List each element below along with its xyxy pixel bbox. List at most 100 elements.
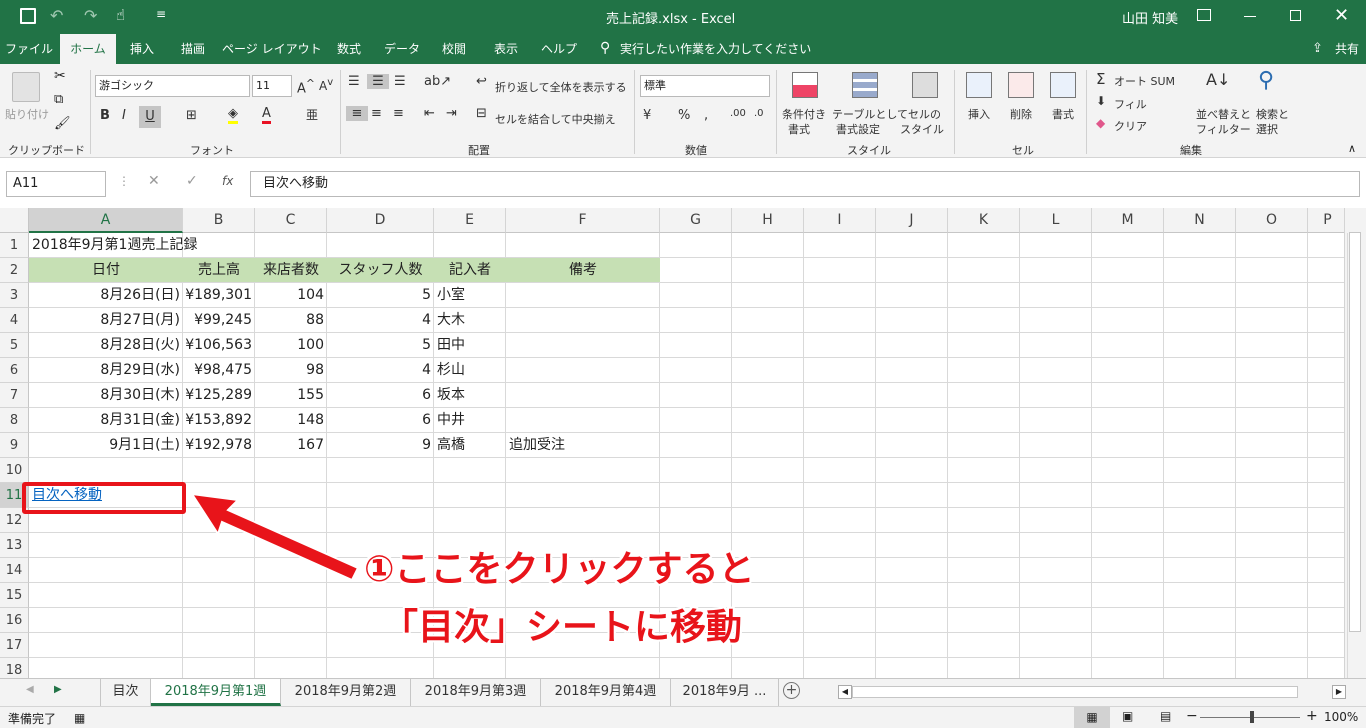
data-cell-r3-c2[interactable]: ¥189,301 [183,283,255,308]
row-header-6[interactable]: 6 [0,358,29,383]
data-cell-r9-c4[interactable]: 9 [327,433,434,458]
data-cell-r4-c1[interactable]: 8月27日(月) [29,308,183,333]
cell-styles-icon[interactable] [912,72,938,98]
row-header-15[interactable]: 15 [0,583,29,608]
sheet-tab-week1[interactable]: 2018年9月第1週 [151,679,281,706]
header-cell-6[interactable]: 備考 [506,258,660,283]
row-header-16[interactable]: 16 [0,608,29,633]
column-header-l[interactable]: L [1020,208,1092,233]
header-cell-3[interactable]: 来店者数 [255,258,327,283]
decrease-decimal-icon[interactable]: .0 [754,108,764,119]
column-header-m[interactable]: M [1092,208,1164,233]
data-cell-r3-c5[interactable]: 小室 [434,283,506,308]
minimize-icon[interactable] [1244,16,1256,17]
cut-icon[interactable]: ✂ [54,68,66,84]
row-header-17[interactable]: 17 [0,633,29,658]
delete-cells-button[interactable]: 削除 [1010,106,1032,122]
column-header-i[interactable]: I [804,208,876,233]
header-cell-2[interactable]: 売上高 [183,258,255,283]
row-header-8[interactable]: 8 [0,408,29,433]
data-cell-r4-c5[interactable]: 大木 [434,308,506,333]
tab-review[interactable]: 校閲 [432,34,476,64]
tab-data[interactable]: データ [378,34,426,64]
data-cell-r4-c3[interactable]: 88 [255,308,327,333]
sort-filter-label2[interactable]: フィルター [1196,121,1251,137]
decrease-indent-icon[interactable]: ⇤ [424,106,435,121]
data-cell-r7-c3[interactable]: 155 [255,383,327,408]
data-cell-r4-c2[interactable]: ¥99,245 [183,308,255,333]
column-header-o[interactable]: O [1236,208,1308,233]
conditional-format-label1[interactable]: 条件付き [782,106,826,122]
data-cell-r3-c1[interactable]: 8月26日(日) [29,283,183,308]
find-select-label2[interactable]: 選択 [1256,121,1278,137]
align-top-icon[interactable]: ☰ [348,74,360,89]
paste-button[interactable]: 貼り付け [5,106,49,122]
row-header-3[interactable]: 3 [0,283,29,308]
data-cell-r6-c1[interactable]: 8月29日(水) [29,358,183,383]
tab-draw[interactable]: 描画 [170,34,216,64]
redo-icon[interactable]: ↷ [84,6,97,25]
row-header-18[interactable]: 18 [0,658,29,678]
sheet-tab-index[interactable]: 目次 [101,679,151,706]
hscroll-left-icon[interactable]: ◀ [838,685,852,699]
format-cells-button[interactable]: 書式 [1052,106,1074,122]
data-cell-r6-c3[interactable]: 98 [255,358,327,383]
tab-view[interactable]: 表示 [484,34,528,64]
next-sheet-icon[interactable]: ▶ [54,684,62,695]
sort-filter-label1[interactable]: 並べ替えと [1196,106,1251,122]
column-header-h[interactable]: H [732,208,804,233]
orientation-icon[interactable]: ab↗ [424,74,451,89]
data-cell-r8-c3[interactable]: 148 [255,408,327,433]
clear-icon[interactable]: ◆ [1096,116,1105,130]
align-bottom-icon[interactable]: ☰ [394,74,406,89]
italic-icon[interactable]: I [122,108,126,123]
cell-a1-title[interactable]: 2018年9月第1週売上記録 [29,233,197,258]
user-name[interactable]: 山田 知美 [1122,8,1178,27]
prev-sheet-icon[interactable]: ◀ [26,684,34,695]
wrap-text-icon[interactable]: ↩ [476,74,487,89]
data-cell-r8-c2[interactable]: ¥153,892 [183,408,255,433]
tab-file[interactable]: ファイル [2,34,56,64]
page-break-view-icon[interactable]: ▤ [1160,709,1171,723]
insert-cells-button[interactable]: 挿入 [968,106,990,122]
horizontal-scrollbar[interactable] [852,686,1298,698]
paste-icon[interactable] [12,72,40,102]
grow-font-icon[interactable]: A^ [297,77,315,96]
data-cell-r7-c4[interactable]: 6 [327,383,434,408]
shrink-font-icon[interactable]: Av [319,77,333,93]
data-cell-r6-c4[interactable]: 4 [327,358,434,383]
insert-function-icon[interactable]: fx [222,174,233,188]
sheet-tab-more[interactable]: 2018年9月 ... [671,679,779,706]
font-name-select[interactable]: 游ゴシック [95,75,250,97]
phonetic-icon[interactable]: 亜 [306,106,318,123]
data-cell-r6-c5[interactable]: 杉山 [434,358,506,383]
cancel-icon[interactable]: ✕ [148,173,160,189]
new-sheet-icon[interactable]: + [783,682,800,699]
row-header-1[interactable]: 1 [0,233,29,258]
font-color-icon[interactable]: A [262,106,271,124]
tab-home[interactable]: ホーム [60,34,116,65]
format-as-table-label2[interactable]: 書式設定 [836,121,880,137]
find-select-icon[interactable]: ⚲ [1258,68,1274,93]
autosum-button[interactable]: オート SUM [1114,73,1175,89]
data-cell-r5-c5[interactable]: 田中 [434,333,506,358]
header-cell-5[interactable]: 記入者 [434,258,506,283]
bold-icon[interactable]: B [100,108,110,123]
increase-indent-icon[interactable]: ⇥ [446,106,457,121]
data-cell-r6-c2[interactable]: ¥98,475 [183,358,255,383]
data-cell-r9-c1[interactable]: 9月1日(土) [29,433,183,458]
tab-formulas[interactable]: 数式 [328,34,370,64]
border-icon[interactable]: ⊞ [186,108,197,123]
number-format-select[interactable]: 標準 [640,75,770,97]
accounting-format-icon[interactable]: ¥ [643,108,651,123]
row-header-2[interactable]: 2 [0,258,29,283]
macro-record-icon[interactable]: ▦ [74,711,85,725]
data-cell-r7-c1[interactable]: 8月30日(木) [29,383,183,408]
restore-icon[interactable] [1290,10,1301,21]
zoom-level[interactable]: 100% [1324,710,1358,724]
column-header-p[interactable]: P [1308,208,1348,233]
column-header-a[interactable]: A [29,208,183,233]
ribbon-display-icon[interactable] [1197,9,1211,21]
insert-cells-icon[interactable] [966,72,992,98]
share-icon[interactable]: ⇪ [1312,41,1323,56]
